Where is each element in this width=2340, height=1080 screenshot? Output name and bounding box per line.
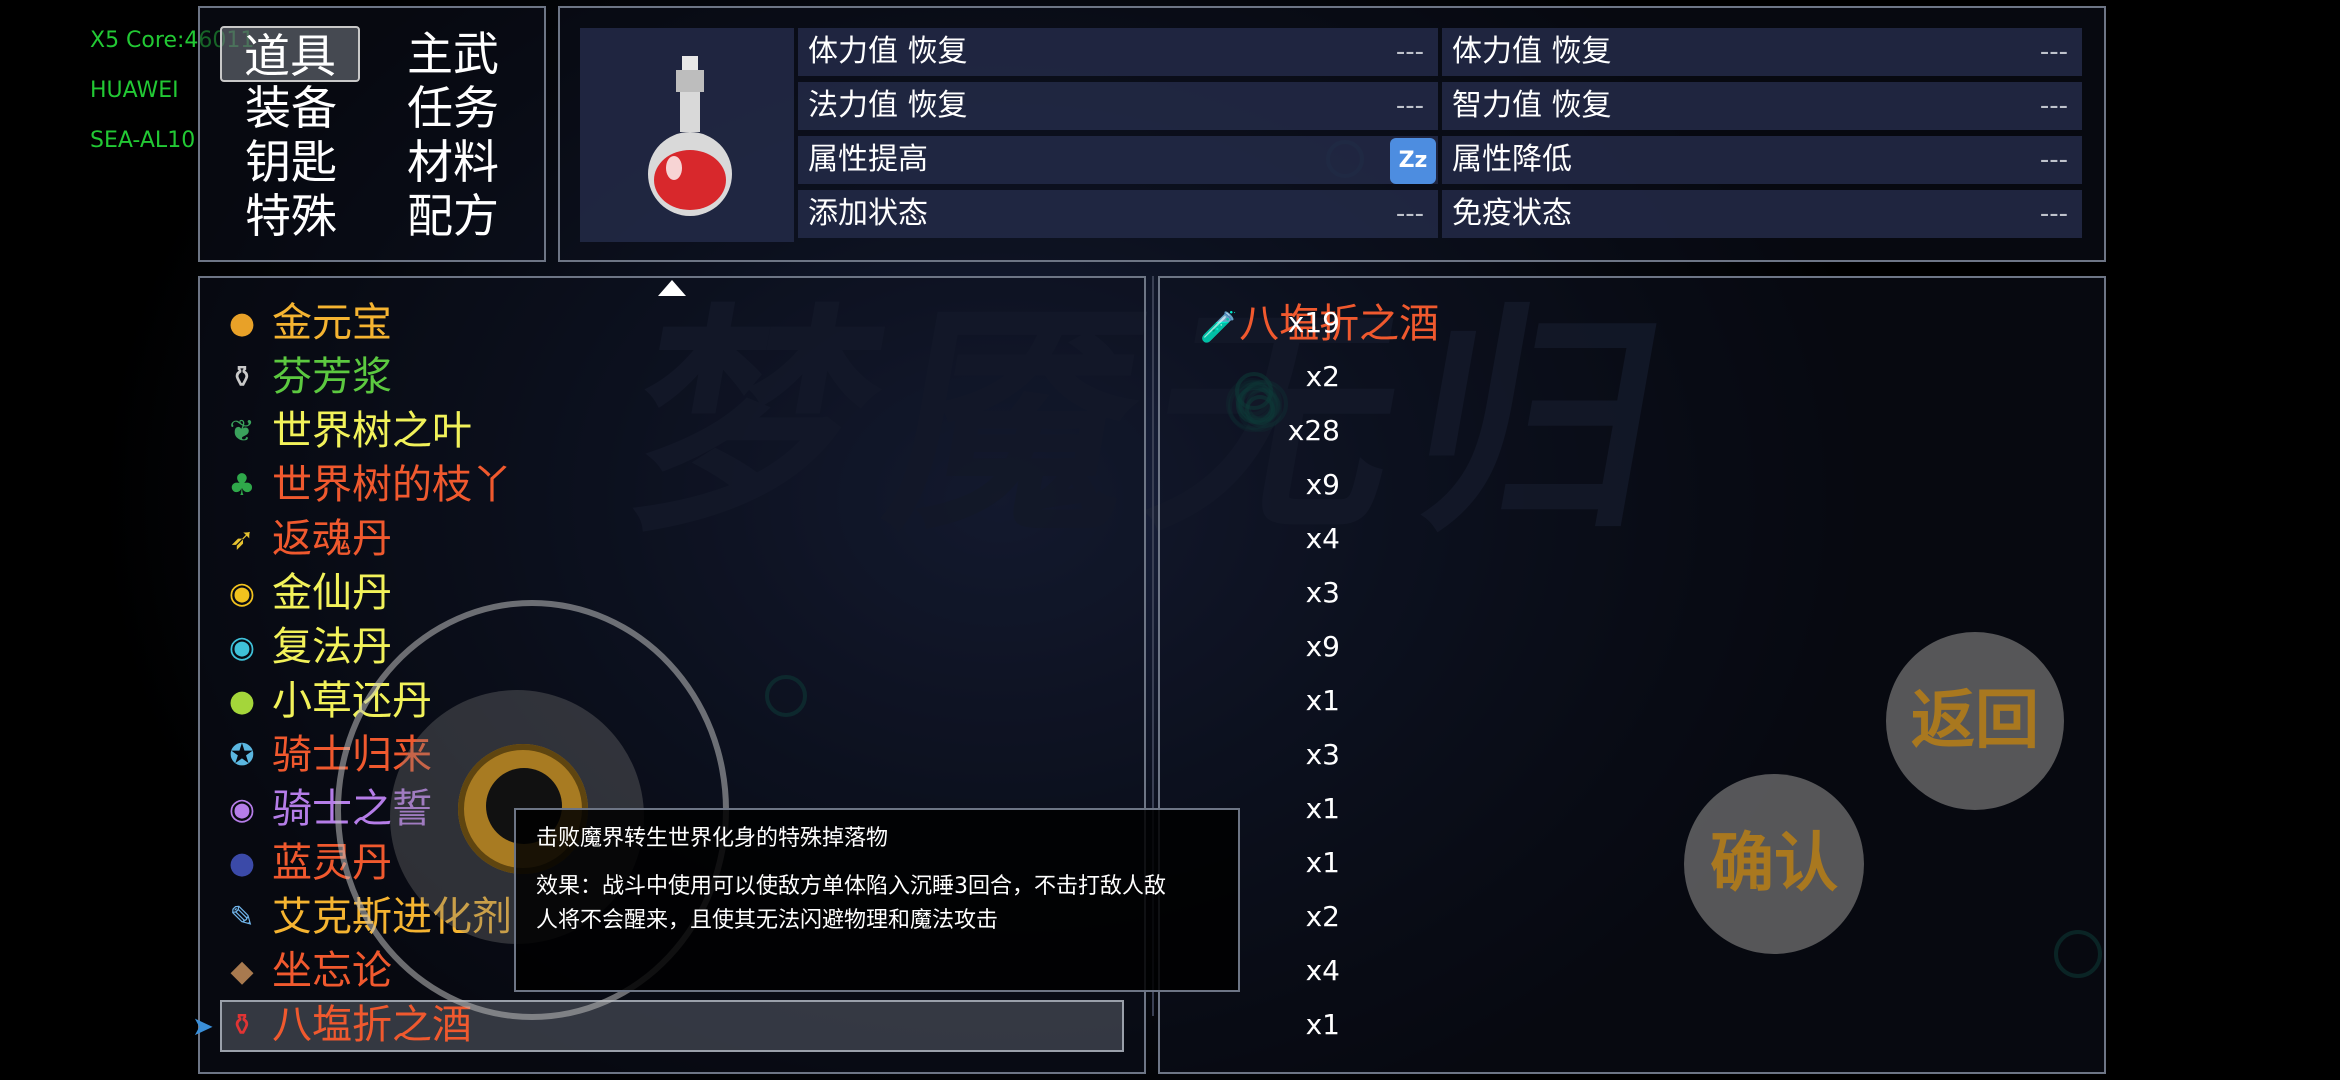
stat-int-restore: 智力值 恢复 --- (1442, 82, 2082, 130)
stat-value: --- (2039, 199, 2068, 229)
stat-label: 添加状态 (808, 196, 928, 231)
item-quantity: x4 (1305, 522, 1340, 555)
confirm-button[interactable]: 确认 (1684, 774, 1864, 954)
item-name: 世界树的枝丫 (272, 462, 512, 508)
gold-orb-icon: ◉ (228, 576, 256, 611)
stat-attribute-increase: 属性提高 (798, 136, 1438, 184)
feather-icon: ➶ (229, 522, 255, 557)
category-equipment[interactable]: 装备 (221, 80, 361, 136)
stat-label: 免疫状态 (1452, 196, 1572, 231)
list-item[interactable]: ⚱ 芬芳浆 x2 (222, 350, 1340, 404)
list-item-selected[interactable]: ⚱ 八塩折之酒 x1 (222, 998, 1340, 1052)
item-name: 八塩折之酒 (272, 1002, 472, 1048)
item-quantity: x28 (1287, 414, 1340, 447)
red-potion-icon: ⚱ (229, 1008, 255, 1043)
stat-label: 属性降低 (1452, 142, 1572, 177)
dark-orb-icon: ● (228, 846, 256, 881)
category-materials[interactable]: 材料 (383, 134, 523, 190)
debug-brand-label: HUAWEI (90, 78, 179, 103)
list-item[interactable]: ♣ 世界树的枝丫 x9 (222, 458, 1340, 512)
stat-value: --- (1395, 37, 1424, 67)
stat-label: 体力值 恢复 (808, 34, 968, 69)
item-quantity: x19 (1287, 306, 1340, 339)
stat-attribute-decrease: 属性降低 --- (1442, 136, 2082, 184)
item-quantity: x9 (1305, 630, 1340, 663)
stat-value: --- (2039, 37, 2068, 67)
category-keys[interactable]: 钥匙 (221, 134, 361, 190)
item-tooltip: 击败魔界转生世界化身的特殊掉落物 效果：战斗中使用可以使敌方单体陷入沉睡3回合，… (514, 808, 1240, 992)
stat-value: --- (1395, 199, 1424, 229)
clover-icon: ♣ (228, 468, 256, 503)
sleep-status-icon: Zz (1390, 138, 1436, 184)
item-name: 复法丹 (272, 624, 392, 670)
tooltip-effect-line2: 人将不会醒来，且使其无法闪避物理和魔法攻击 (536, 908, 999, 933)
item-quantity: x1 (1305, 684, 1340, 717)
debug-model-label: SEA-AL10 (90, 128, 196, 153)
item-quantity: x9 (1305, 468, 1340, 501)
book-icon: ◆ (230, 954, 254, 989)
category-quests[interactable]: 任务 (383, 80, 523, 136)
red-potion-large-icon (648, 56, 732, 216)
item-name: 世界树之叶 (272, 408, 472, 454)
stat-hp-restore-right: 体力值 恢复 --- (1442, 28, 2082, 76)
list-item[interactable]: ◉ 金仙丹 x3 (222, 566, 1340, 620)
stat-label: 体力值 恢复 (1452, 34, 1612, 69)
item-quantity: x2 (1305, 360, 1340, 393)
potion-flask-icon: ⚱ (229, 360, 255, 395)
stat-label: 智力值 恢复 (1452, 88, 1612, 123)
leaf-icon: ❦ (229, 414, 255, 449)
green-pill-icon: ● (228, 684, 256, 719)
item-quantity: x1 (1305, 1008, 1340, 1041)
selection-cursor-icon: ➤ (192, 1012, 214, 1042)
item-quantity: x3 (1305, 738, 1340, 771)
item-name: 金仙丹 (272, 570, 392, 616)
tooltip-effect-line1: 效果：战斗中使用可以使敌方单体陷入沉睡3回合，不击打敌人敌 (536, 874, 1166, 899)
list-item[interactable]: ❦ 世界树之叶 x28 (222, 404, 1340, 458)
list-item[interactable]: ➶ 返魂丹 x4 (222, 512, 1340, 566)
stat-add-status: 添加状态 --- (798, 190, 1438, 238)
item-quantity: x3 (1305, 576, 1340, 609)
back-button[interactable]: 返回 (1886, 632, 2064, 810)
category-recipes[interactable]: 配方 (383, 188, 523, 244)
stat-hp-restore: 体力值 恢复 --- (798, 28, 1438, 76)
category-items[interactable]: 道具 (220, 26, 360, 83)
stat-value: --- (1395, 91, 1424, 121)
category-special[interactable]: 特殊 (221, 188, 361, 244)
stat-value: --- (2039, 91, 2068, 121)
item-name: 返魂丹 (272, 516, 392, 562)
stat-mp-restore: 法力值 恢复 --- (798, 82, 1438, 130)
item-name: 芬芳浆 (272, 354, 392, 400)
syringe-icon: ✎ (229, 900, 255, 935)
gold-ingot-icon: ● (228, 306, 256, 341)
list-item[interactable]: ● 金元宝 x19 (222, 296, 1340, 350)
stat-label: 属性提高 (808, 142, 928, 177)
item-name: 坐忘论 (272, 948, 392, 994)
stat-value: --- (2039, 145, 2068, 175)
category-main-weapon[interactable]: 主武 (383, 26, 523, 82)
blue-orb-icon: ◉ (228, 630, 256, 665)
scroll-up-arrow-icon[interactable] (658, 280, 686, 296)
stat-immune-status: 免疫状态 --- (1442, 190, 2082, 238)
stat-label: 法力值 恢复 (808, 88, 968, 123)
tooltip-source: 击败魔界转生世界化身的特殊掉落物 (536, 826, 889, 851)
item-name: 金元宝 (272, 300, 392, 346)
winged-emblem-icon: ✪ (229, 738, 255, 773)
purple-orb-icon: ◉ (228, 792, 256, 827)
